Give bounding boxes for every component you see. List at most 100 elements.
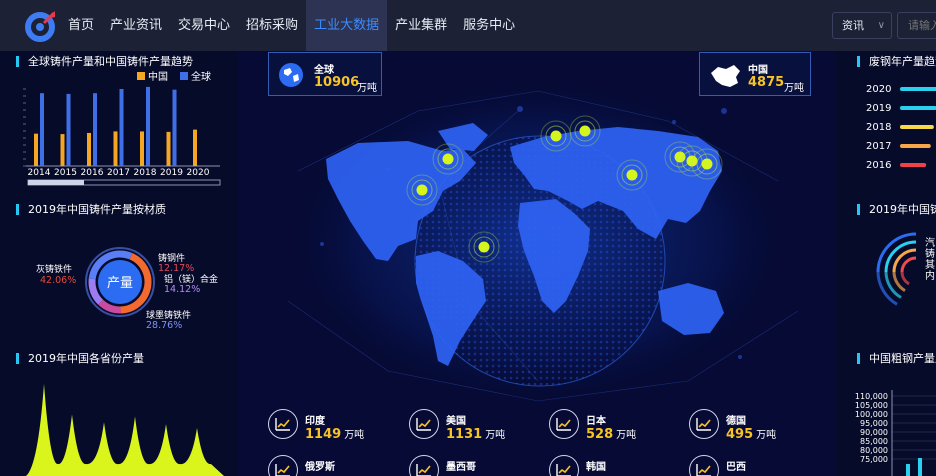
crude-y-tick: 110,000 xyxy=(855,392,888,401)
global-name: 全球 xyxy=(314,65,334,76)
scrap-steel-title: 废钢年产量趋势 xyxy=(857,56,936,67)
nav-item-1[interactable]: 产业资讯 xyxy=(102,0,170,51)
country-name: 印度 xyxy=(305,416,325,427)
chart-trend-icon xyxy=(268,409,298,439)
map-marker-6[interactable] xyxy=(674,151,686,163)
country-item[interactable]: 日本 528 万吨 xyxy=(549,409,679,449)
ring-arc-0[interactable] xyxy=(876,232,917,273)
country-value: 495 万吨 xyxy=(726,426,776,442)
country-item[interactable]: 印度 1149 万吨 xyxy=(268,409,398,449)
scrap-bar-2019[interactable] xyxy=(900,106,936,110)
casting-trend-chart: 中国 全球 2014 2015 2016 2017 2018 2019 2020 xyxy=(23,70,221,186)
bar-global-2016[interactable] xyxy=(93,93,97,166)
ring-arc-2[interactable] xyxy=(892,248,917,273)
map-marker-1[interactable] xyxy=(416,184,428,196)
country-item[interactable]: 美国 1131 万吨 xyxy=(409,409,539,449)
scrap-year-label: 2017 xyxy=(866,141,891,152)
ring-arc-lower-3[interactable] xyxy=(900,271,910,286)
chart-scrollbar-thumb[interactable] xyxy=(28,180,84,185)
nav-item-5[interactable]: 产业集群 xyxy=(387,0,455,51)
province-area[interactable] xyxy=(26,383,224,476)
casting-trend-title: 全球铸件产量和中国铸件产量趋势 xyxy=(16,56,193,67)
nav-item-6[interactable]: 服务中心 xyxy=(455,0,523,51)
legend-global-label: 全球 xyxy=(191,70,211,83)
map-marker-5[interactable] xyxy=(626,169,638,181)
nav-item-2[interactable]: 交易中心 xyxy=(170,0,238,51)
x-tick-label: 2015 xyxy=(54,168,77,178)
top-navigation-bar: 首页 产业资讯 交易中心 招标采购 工业大数据 产业集群 服务中心 资讯 ∨ xyxy=(0,0,936,51)
global-value: 10906 xyxy=(314,75,360,90)
x-tick-label: 2014 xyxy=(28,168,51,178)
country-item[interactable]: 韩国 xyxy=(549,455,679,476)
map-marker-2[interactable] xyxy=(478,241,490,253)
scrap-bar-2018[interactable] xyxy=(900,125,934,129)
scrap-bar-2017[interactable] xyxy=(900,144,931,148)
x-tick-label: 2018 xyxy=(134,168,157,178)
site-logo-icon[interactable] xyxy=(24,9,58,43)
x-tick-label: 2016 xyxy=(81,168,104,178)
country-value-number: 528 xyxy=(586,427,614,442)
crude-bar[interactable] xyxy=(918,458,922,476)
country-value: 1149 万吨 xyxy=(305,426,364,442)
bar-global-2019[interactable] xyxy=(172,89,177,166)
bar-china-2020[interactable] xyxy=(193,129,197,166)
scrap-year-label: 2016 xyxy=(866,160,891,171)
chart-trend-icon xyxy=(409,409,439,439)
bar-china-2015[interactable] xyxy=(60,134,65,166)
material-title: 2019年中国铸件产量按材质 xyxy=(16,204,166,215)
bar-global-2014[interactable] xyxy=(40,93,44,166)
chart-trend-icon xyxy=(549,455,579,476)
country-name: 美国 xyxy=(446,416,466,427)
scrap-bar-2020[interactable] xyxy=(900,87,936,91)
donut-center-label: 产量 xyxy=(107,276,133,291)
country-item[interactable]: 墨西哥 xyxy=(409,455,539,476)
bar-global-2017[interactable] xyxy=(119,89,124,166)
nav-item-0[interactable]: 首页 xyxy=(60,0,102,51)
bar-china-2014[interactable] xyxy=(34,133,38,166)
ring-arc-3[interactable] xyxy=(900,256,917,273)
bar-global-2018[interactable] xyxy=(146,86,150,166)
bar-china-2016[interactable] xyxy=(87,132,91,166)
scrap-bar-2016[interactable] xyxy=(900,163,927,167)
bar-china-2017[interactable] xyxy=(113,131,118,166)
country-value-number: 1131 xyxy=(446,427,483,442)
chart-trend-icon xyxy=(689,455,719,476)
crude-y-tick: 105,000 xyxy=(855,401,888,410)
china-name: 中国 xyxy=(748,65,768,76)
map-marker-8[interactable] xyxy=(701,158,713,170)
search-input[interactable] xyxy=(897,12,936,39)
map-marker-3[interactable] xyxy=(550,130,562,142)
crude-y-tick: 100,000 xyxy=(855,410,888,419)
ring-label: 其 xyxy=(925,259,935,271)
x-tick-label: 2020 xyxy=(187,168,210,178)
crude-y-tick: 90,000 xyxy=(860,428,888,437)
bar-china-2019[interactable] xyxy=(166,131,171,166)
country-unit: 万吨 xyxy=(616,430,637,441)
main-nav: 首页 产业资讯 交易中心 招标采购 工业大数据 产业集群 服务中心 xyxy=(60,0,523,51)
donut-label-percent: 28.76% xyxy=(146,320,182,331)
map-marker-0[interactable] xyxy=(442,153,454,165)
country-value: 1131 万吨 xyxy=(446,426,505,442)
china-unit: 万吨 xyxy=(784,83,804,94)
global-production-card[interactable]: 全球 10906 万吨 xyxy=(268,52,382,96)
search-category-select[interactable]: 资讯 ∨ xyxy=(832,12,892,39)
right-mid-title: 2019年中国铸件 xyxy=(857,204,936,215)
nav-item-4[interactable]: 工业大数据 xyxy=(306,0,388,51)
crude-steel-chart: 110,000105,000100,00095,00090,00085,0008… xyxy=(855,390,936,476)
ring-label: 内 xyxy=(925,269,935,282)
scrap-year-label: 2018 xyxy=(866,122,891,133)
china-value: 4875 xyxy=(748,75,785,90)
donut-label-percent: 42.06% xyxy=(40,275,76,286)
bar-global-2015[interactable] xyxy=(66,93,71,166)
crude-y-tick: 80,000 xyxy=(860,446,888,455)
crude-bar[interactable] xyxy=(906,464,910,476)
country-item[interactable]: 巴西 xyxy=(689,455,819,476)
map-marker-4[interactable] xyxy=(579,125,591,137)
country-unit: 万吨 xyxy=(756,430,777,441)
country-item[interactable]: 俄罗斯 xyxy=(268,455,398,476)
bar-china-2018[interactable] xyxy=(140,131,144,166)
country-item[interactable]: 德国 495 万吨 xyxy=(689,409,819,449)
province-title: 2019年中国各省份产量 xyxy=(16,353,144,364)
china-production-card[interactable]: 中国 4875 万吨 xyxy=(699,52,811,96)
nav-item-3[interactable]: 招标采购 xyxy=(238,0,306,51)
